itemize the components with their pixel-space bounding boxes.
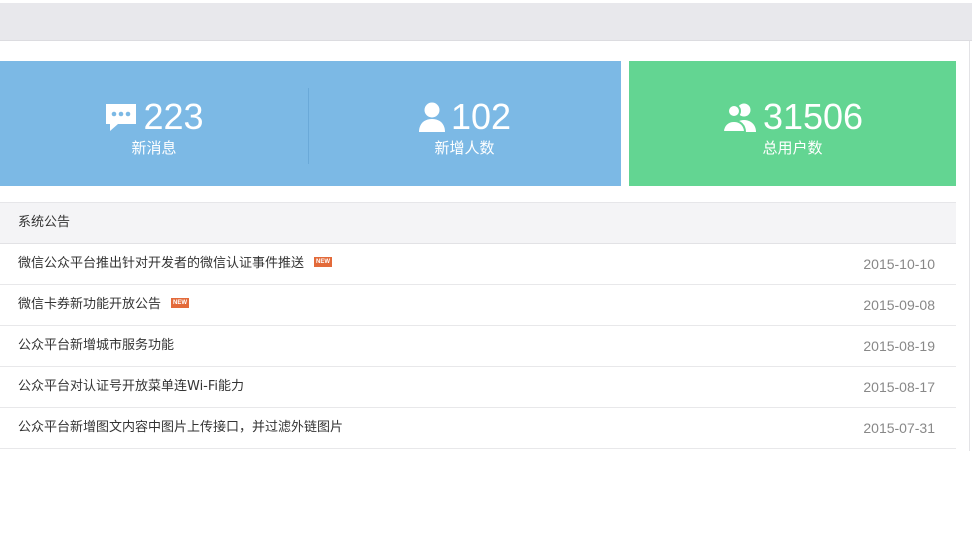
notice-title[interactable]: 微信公众平台推出针对开发者的微信认证事件推送 NEW [18,244,333,284]
notice-title[interactable]: 公众平台对认证号开放菜单连Wi-Fi能力 [18,367,244,407]
stat-value: 31506 [762,96,864,137]
notice-date: 2015-08-19 [863,338,935,354]
new-badge: NEW [314,257,333,267]
chat-bubble-icon [104,102,138,132]
stat-value: 223 [143,96,204,137]
notice-date: 2015-09-08 [863,297,935,313]
notice-date: 2015-10-10 [863,256,935,272]
list-item[interactable]: 公众平台新增城市服务功能 2015-08-19 [0,326,956,367]
notice-title[interactable]: 微信卡券新功能开放公告 NEW [18,285,190,325]
notice-title[interactable]: 公众平台新增图文内容中图片上传接口，并过滤外链图片 [18,408,343,448]
stat-label: 总用户数 [762,139,823,157]
users-icon [721,101,758,133]
stat-new-messages[interactable]: 223 新消息 [0,61,308,186]
new-badge: NEW [171,298,190,308]
content-right-border [969,41,970,451]
list-item[interactable]: 微信卡券新功能开放公告 NEW 2015-09-08 [0,285,956,326]
list-item[interactable]: 公众平台对认证号开放菜单连Wi-Fi能力 2015-08-17 [0,367,956,408]
top-bar [0,3,972,41]
list-item[interactable]: 公众平台新增图文内容中图片上传接口，并过滤外链图片 2015-07-31 [0,408,956,449]
notice-date: 2015-07-31 [863,420,935,436]
stat-total-users[interactable]: 31506 总用户数 [629,61,956,186]
user-icon [418,101,446,133]
notice-header: 系统公告 [0,202,956,244]
stat-label: 新增人数 [434,139,495,157]
notice-date: 2015-08-17 [863,379,935,395]
system-notice-panel: 系统公告 微信公众平台推出针对开发者的微信认证事件推送 NEW 2015-10-1… [0,202,956,449]
list-item[interactable]: 微信公众平台推出针对开发者的微信认证事件推送 NEW 2015-10-10 [0,244,956,285]
stat-label: 新消息 [131,139,177,157]
stat-new-users[interactable]: 102 新增人数 [308,61,621,186]
notice-title[interactable]: 公众平台新增城市服务功能 [18,326,174,366]
stat-value: 102 [450,96,512,137]
